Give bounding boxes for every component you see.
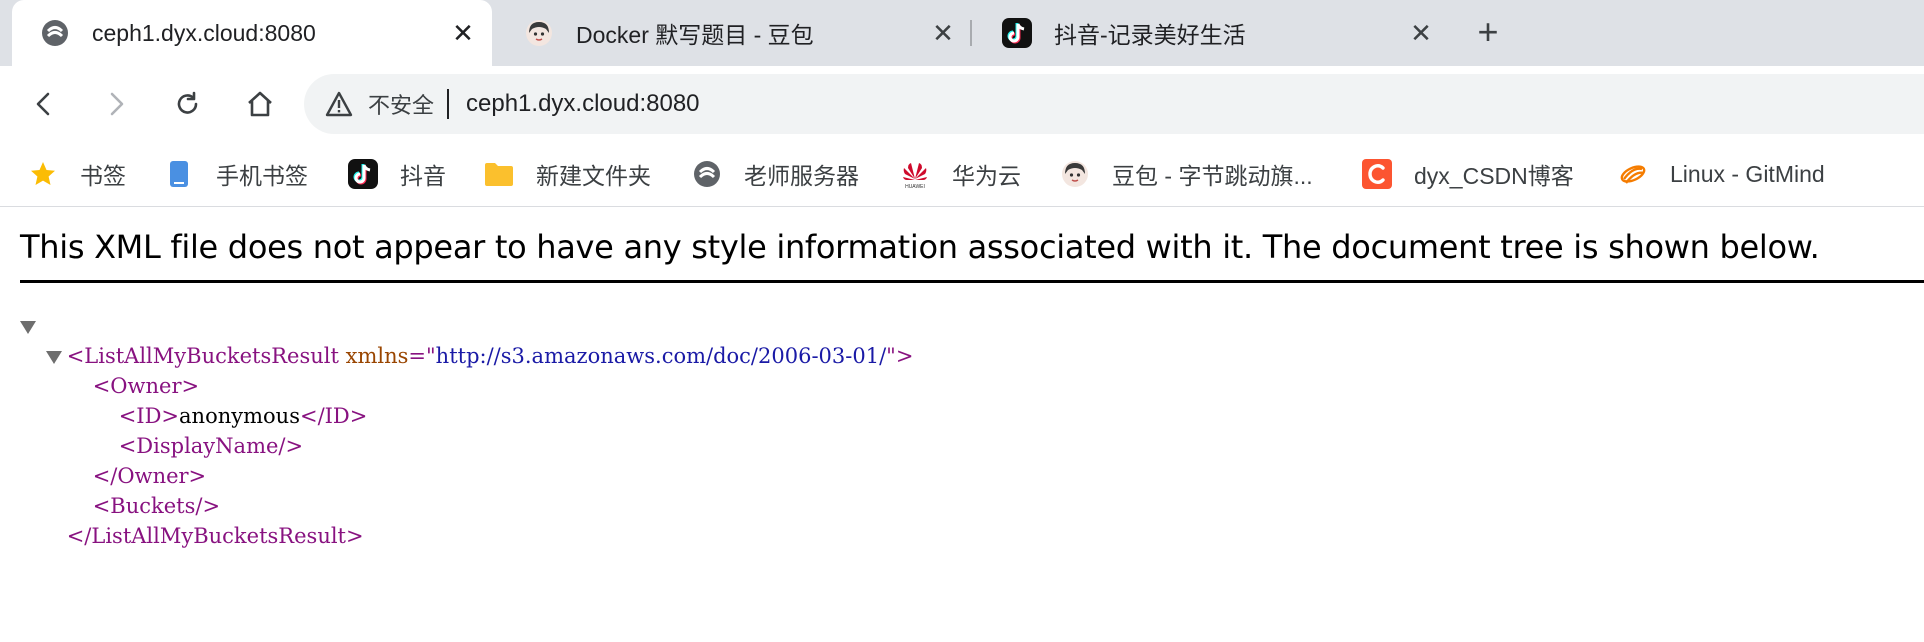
back-button[interactable] [24, 84, 64, 124]
bookmark-label: 老师服务器 [744, 163, 859, 189]
tab-strip: ceph1.dyx.cloud:8080 ✕ Docker 默写题目 - 豆包 … [0, 0, 1924, 66]
home-button[interactable] [240, 84, 280, 124]
doubao-avatar-icon [1060, 159, 1090, 189]
reload-button[interactable] [168, 84, 208, 124]
collapse-toggle-icon[interactable] [46, 351, 62, 364]
navigation-toolbar: 不安全 ceph1.dyx.cloud:8080 [0, 66, 1924, 142]
tab-title: Docker 默写题目 - 豆包 [576, 22, 814, 48]
home-icon [248, 91, 272, 117]
close-tab-icon[interactable]: ✕ [1406, 18, 1436, 48]
tab-separator [970, 20, 972, 46]
folder-icon [484, 159, 514, 189]
arrow-left-icon [36, 92, 50, 116]
douyin-icon [348, 159, 378, 189]
close-tab-icon[interactable]: ✕ [448, 18, 478, 48]
xml-line-displayname: <DisplayName/> [20, 401, 913, 458]
forward-button[interactable] [96, 84, 136, 124]
tab-title: ceph1.dyx.cloud:8080 [92, 19, 316, 46]
xml-line-root-close: </ListAllMyBucketsResult> [20, 491, 913, 548]
bookmark-new-folder[interactable]: 新建文件夹 [484, 154, 651, 194]
address-bar[interactable]: 不安全 ceph1.dyx.cloud:8080 [304, 74, 1924, 134]
bookmark-label: dyx_CSDN博客 [1414, 163, 1574, 189]
server-site-icon [692, 159, 722, 189]
new-tab-button[interactable]: + [1468, 11, 1508, 52]
bookmark-label: 华为云 [952, 163, 1021, 189]
douyin-icon [1002, 18, 1032, 48]
security-status-label[interactable]: 不安全 [368, 88, 434, 120]
xml-no-style-message: This XML file does not appear to have an… [20, 228, 1820, 266]
xml-line-owner-close: </Owner> [20, 431, 913, 488]
svg-text:HUAWEI: HUAWEI [905, 184, 925, 189]
doubao-avatar-icon [524, 18, 554, 48]
huawei-icon: HUAWEI [900, 159, 930, 189]
bookmark-doubao[interactable]: 豆包 - 字节跳动旗... [1060, 154, 1313, 194]
bookmark-csdn[interactable]: dyx_CSDN博客 [1362, 154, 1574, 194]
tab-douyin[interactable]: 抖音-记录美好生活 ✕ [974, 0, 1450, 66]
close-tab-icon[interactable]: ✕ [928, 18, 958, 48]
bookmark-mobile[interactable]: 手机书签 [164, 154, 308, 194]
bookmark-label: 书签 [80, 163, 126, 189]
bookmark-label: 抖音 [400, 163, 446, 189]
gitmind-icon [1618, 159, 1648, 189]
tab-title: 抖音-记录美好生活 [1054, 22, 1246, 48]
bookmark-label: 新建文件夹 [536, 163, 651, 189]
xml-line-root-open: <ListAllMyBucketsResult xmlns="http://s3… [20, 311, 913, 368]
bookmark-teacher-server[interactable]: 老师服务器 [692, 154, 859, 194]
xml-tag: </ListAllMyBucketsResult> [66, 524, 364, 548]
arrow-right-icon [110, 92, 124, 116]
collapse-toggle-icon[interactable] [20, 321, 36, 334]
bookmark-label: Linux - GitMind [1670, 160, 1825, 187]
ceph-site-icon [40, 18, 70, 48]
xml-line-owner-open: <Owner> [20, 341, 913, 398]
tab-doubao[interactable]: Docker 默写题目 - 豆包 ✕ [496, 0, 972, 66]
bookmarks-bar: 书签 手机书签 抖音 新建文件夹 老师服务器 HUAWEI 华为云 豆包 - 字… [0, 142, 1924, 207]
xml-line-id: <ID>anonymous</ID> [20, 371, 913, 428]
mobile-bookmark-icon [164, 159, 194, 189]
bookmark-label: 豆包 - 字节跳动旗... [1112, 163, 1313, 189]
xml-line-buckets: <Buckets/> [20, 461, 913, 518]
warning-icon[interactable] [324, 89, 354, 119]
star-icon [28, 159, 58, 189]
banner-divider [20, 280, 1924, 283]
bookmark-huawei-cloud[interactable]: HUAWEI 华为云 [900, 154, 1021, 194]
xml-document-tree: <ListAllMyBucketsResult xmlns="http://s3… [20, 311, 913, 548]
csdn-icon [1362, 159, 1392, 189]
bookmark-bookmarks[interactable]: 书签 [28, 154, 126, 194]
omnibox-divider [447, 89, 450, 119]
bookmark-gitmind[interactable]: Linux - GitMind [1618, 154, 1825, 194]
tab-ceph1[interactable]: ceph1.dyx.cloud:8080 ✕ [12, 0, 492, 66]
bookmark-label: 手机书签 [216, 163, 308, 189]
url-text[interactable]: ceph1.dyx.cloud:8080 [466, 90, 700, 118]
reload-icon [177, 91, 198, 114]
bookmark-douyin[interactable]: 抖音 [348, 154, 446, 194]
